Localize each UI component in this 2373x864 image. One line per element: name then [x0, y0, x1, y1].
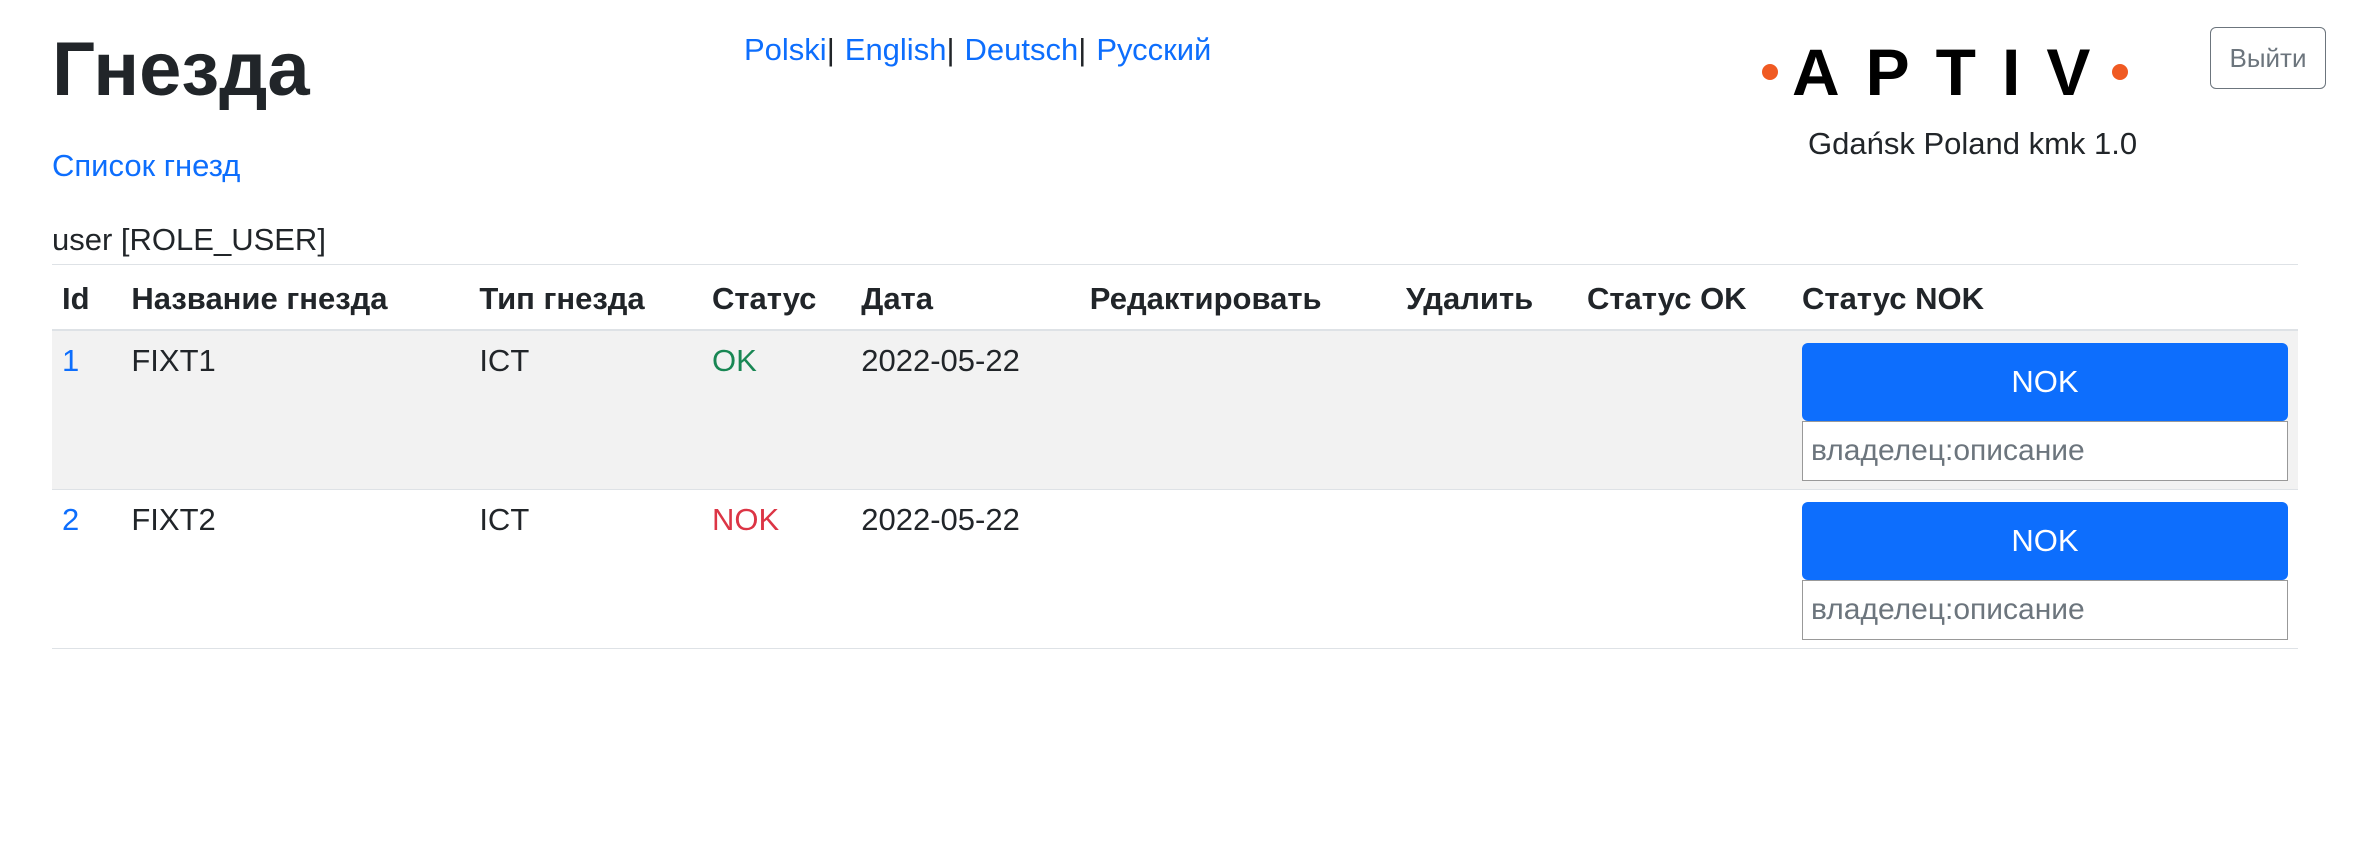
language-link-russian[interactable]: Русский — [1096, 32, 1211, 67]
owner-description-input[interactable] — [1802, 421, 2288, 481]
fixture-status: OK — [701, 330, 852, 490]
logo-dot-left — [1762, 64, 1778, 80]
fixture-name: FIXT2 — [121, 489, 470, 649]
page-title: Гнезда — [52, 27, 310, 112]
aptiv-logo: APTIV — [1762, 35, 2222, 109]
status-nok-cell: NOK — [1792, 489, 2298, 649]
column-header-delete: Удалить — [1395, 264, 1577, 331]
set-nok-button[interactable]: NOK — [1802, 502, 2288, 580]
language-separator: | — [946, 32, 955, 67]
column-header-status-nok: Статус NOK — [1792, 264, 2298, 331]
edit-cell — [1079, 489, 1396, 649]
fixture-id-link[interactable]: 2 — [62, 502, 79, 537]
fixture-date: 2022-05-22 — [851, 330, 1080, 490]
language-separator: | — [826, 32, 835, 67]
column-header-id: Id — [52, 264, 122, 331]
language-separator: | — [1078, 32, 1087, 67]
column-header-edit: Редактировать — [1079, 264, 1396, 331]
fixture-type: ICT — [469, 330, 702, 490]
column-header-name: Название гнезда — [121, 264, 470, 331]
edit-cell — [1079, 330, 1396, 490]
delete-cell — [1395, 489, 1577, 649]
language-link-deutsch[interactable]: Deutsch — [965, 32, 1079, 67]
brand: APTIV — [1742, 35, 2222, 109]
status-ok-cell — [1576, 330, 1792, 490]
fixtures-table: Id Название гнезда Тип гнезда Статус Дат… — [52, 264, 2298, 649]
logo-dot-right — [2112, 64, 2129, 80]
language-link-english[interactable]: English — [845, 32, 947, 67]
language-selector: Polski| English| Deutsch| Русский — [744, 32, 1211, 68]
logout-button[interactable]: Выйти — [2210, 27, 2326, 89]
language-link-polski[interactable]: Polski — [744, 32, 827, 67]
status-ok-cell — [1576, 489, 1792, 649]
fixture-list-link[interactable]: Список гнезд — [52, 148, 240, 184]
column-header-status: Статус — [701, 264, 852, 331]
site-info: Gdańsk Poland kmk 1.0 — [1808, 126, 2138, 161]
column-header-date: Дата — [851, 264, 1080, 331]
fixture-status: NOK — [701, 489, 852, 649]
table-header-row: Id Название гнезда Тип гнезда Статус Дат… — [52, 264, 2298, 331]
set-nok-button[interactable]: NOK — [1802, 343, 2288, 421]
fixture-id-link[interactable]: 1 — [62, 343, 79, 378]
logo-text: APTIV — [1792, 35, 2117, 109]
table-row: 1 FIXT1 ICT OK 2022-05-22 NOK — [52, 330, 2298, 490]
column-header-status-ok: Статус OK — [1576, 264, 1792, 331]
table-row: 2 FIXT2 ICT NOK 2022-05-22 NOK — [52, 489, 2298, 649]
fixture-type: ICT — [469, 489, 702, 649]
fixture-name: FIXT1 — [121, 330, 470, 490]
user-info: user [ROLE_USER] — [52, 222, 326, 257]
fixture-date: 2022-05-22 — [851, 489, 1080, 649]
column-header-type: Тип гнезда — [469, 264, 702, 331]
status-nok-cell: NOK — [1792, 330, 2298, 490]
owner-description-input[interactable] — [1802, 580, 2288, 640]
delete-cell — [1395, 330, 1577, 490]
